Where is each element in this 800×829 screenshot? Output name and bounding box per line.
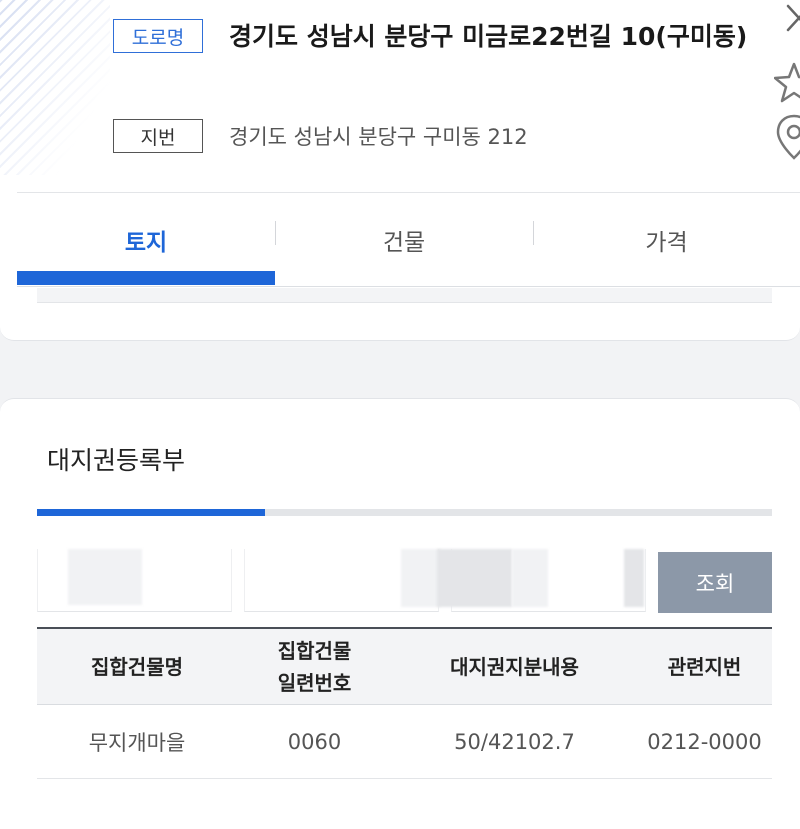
search-button[interactable]: 조회 <box>658 552 772 613</box>
table-cell: 무지개마을 <box>88 730 186 755</box>
column-header: 집합건물 일련번호 <box>277 639 352 695</box>
section-title: 대지권등록부 <box>47 446 186 475</box>
tab-building[interactable]: 건물 <box>275 193 533 287</box>
address-card: 도로명 경기도 성남시 분당구 미금로22번길 10(구미동) 지번 경기도 성… <box>0 0 800 341</box>
land-rights-card: 대지권등록부 조회 집합건물명 집합건물 일련번호 대지권지분내용 관련지번 무… <box>0 398 800 829</box>
content-strip <box>37 288 772 303</box>
tab-price[interactable]: 가격 <box>533 193 800 287</box>
tab-bar: 토지 건물 가격 <box>17 193 800 287</box>
column-header: 대지권지분내용 <box>450 655 579 679</box>
close-icon[interactable] <box>784 0 800 40</box>
road-address-text: 경기도 성남시 분당구 미금로22번길 10(구미동) <box>229 22 748 51</box>
column-header: 집합건물명 <box>91 655 183 679</box>
search-field-building[interactable] <box>37 549 232 612</box>
tab-bar-border <box>17 286 800 287</box>
progress-fill <box>37 509 265 516</box>
decorative-pattern <box>0 0 110 175</box>
progress-track <box>37 509 772 516</box>
table-header: 집합건물명 집합건물 일련번호 대지권지분내용 관련지번 <box>37 627 772 705</box>
star-icon[interactable] <box>773 60 800 110</box>
road-address-badge: 도로명 <box>113 19 203 53</box>
land-rights-table: 집합건물명 집합건물 일련번호 대지권지분내용 관련지번 무지개마을 0060 … <box>37 627 772 779</box>
table-cell: 50/42102.7 <box>454 729 575 754</box>
lot-address-text: 경기도 성남시 분당구 구미동 212 <box>229 125 528 149</box>
tab-active-indicator <box>17 271 275 285</box>
column-header: 관련지번 <box>667 655 742 679</box>
lot-address-badge: 지번 <box>113 119 203 153</box>
table-cell: 0212-0000 <box>647 729 762 754</box>
search-field-dong[interactable] <box>244 549 441 612</box>
table-row: 무지개마을 0060 50/42102.7 0212-0000 <box>37 705 772 779</box>
location-pin-icon[interactable] <box>774 112 800 162</box>
search-field-ho[interactable] <box>437 549 646 612</box>
table-cell: 0060 <box>287 729 342 754</box>
